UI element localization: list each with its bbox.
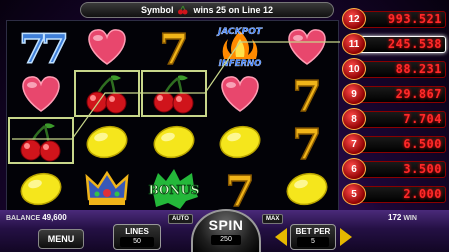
balance-label: BALANCE xyxy=(6,215,41,222)
paytable-row: 10 88.231 xyxy=(340,58,448,80)
bet-increase-arrow-icon[interactable] xyxy=(340,228,352,246)
heart-icon xyxy=(221,76,259,112)
reel-symbol-heart xyxy=(274,22,340,69)
paytable-amount: 2.000 xyxy=(403,187,442,201)
cherry-icon xyxy=(153,75,193,114)
paytable-row: 9 29.867 xyxy=(340,83,448,105)
reel-symbol-bonus: BONUS xyxy=(141,165,207,212)
paytable-amount: 29.867 xyxy=(395,87,442,101)
banner-symbol-label: Symbol xyxy=(140,5,174,15)
heart-icon xyxy=(88,28,126,65)
max-button[interactable]: MAX xyxy=(262,214,284,224)
auto-button[interactable]: AUTO xyxy=(168,214,193,224)
seven-gold-icon: 7 xyxy=(225,166,256,217)
reel-symbol-seven-gold: 7 xyxy=(207,165,273,217)
reel-symbol-lemon xyxy=(274,165,340,212)
paytable-line-badge: 11 xyxy=(342,33,366,55)
slot-game-screen: Symbol wins 25 on Line 12 77 7 BONUS JACKPO… xyxy=(0,0,449,252)
paytable-amount: 3.500 xyxy=(403,162,442,176)
paytable-line-badge: 7 xyxy=(342,133,366,155)
bet-value: 5 xyxy=(297,237,329,247)
svg-text:7: 7 xyxy=(292,120,321,169)
paytable-line-badge: 10 xyxy=(342,58,366,80)
bonus-symbol-text: BONUS xyxy=(148,183,199,197)
lemon-icon xyxy=(86,125,128,158)
banner-win-text: wins 25 on Line 12 xyxy=(193,5,274,15)
seven-blue-icon: 77 xyxy=(18,25,72,74)
paytable-amount: 993.521 xyxy=(387,12,442,26)
paytable-amount: 7.704 xyxy=(403,112,442,126)
seven-gold-icon: 7 xyxy=(291,119,322,170)
paytable-row: 7 6.500 xyxy=(340,133,448,155)
lines-value: 50 xyxy=(120,237,154,247)
reel-symbol-lemon xyxy=(141,117,207,164)
spin-value: 250 xyxy=(211,235,241,245)
seven-gold-icon: 7 xyxy=(291,71,322,122)
paytable-row: 6 3.500 xyxy=(340,158,448,180)
spin-button[interactable]: SPIN 250 xyxy=(191,209,261,252)
lines-selector[interactable]: LINES 50 xyxy=(113,224,161,250)
lemon-icon xyxy=(20,172,61,206)
paytable-line-badge: 9 xyxy=(342,83,366,105)
lines-label: LINES xyxy=(125,227,149,236)
svg-text:7: 7 xyxy=(159,25,188,74)
reel-symbol-seven-gold: 7 xyxy=(274,70,340,122)
reel-symbol-lemon xyxy=(207,117,273,164)
reel-symbol-cherry xyxy=(74,69,140,117)
balance-value: 49,600 xyxy=(42,213,67,222)
jackpot-line2-text: INFERNO xyxy=(219,59,262,69)
paytable-line-badge: 5 xyxy=(342,183,366,205)
reel-symbol-cherry xyxy=(140,69,207,117)
lemon-icon xyxy=(153,125,194,158)
reel-symbol-lemon xyxy=(8,165,74,212)
bet-label: BET PER xyxy=(295,227,331,236)
cherry-icon xyxy=(20,122,60,161)
reel-symbol-lemon xyxy=(74,117,140,164)
bonus-icon: BONUS xyxy=(148,169,199,209)
paytable-line-badge: 8 xyxy=(342,108,366,130)
spin-label: SPIN xyxy=(208,217,244,233)
cherry-icon xyxy=(86,75,127,114)
reel-symbol-seven-gold: 7 xyxy=(274,117,340,170)
paytable-line-badge: 12 xyxy=(342,8,366,30)
paytable-amount: 6.500 xyxy=(403,137,442,151)
win-display: 172 WIN xyxy=(388,213,417,222)
bet-per-line-selector[interactable]: BET PER 5 xyxy=(290,224,336,250)
reel-grid: 77 7 BONUS JACKPOT INFERNO 7 7 7 xyxy=(6,20,340,217)
win-banner: Symbol wins 25 on Line 12 xyxy=(80,2,334,18)
reel-symbol-heart xyxy=(207,70,273,117)
menu-button[interactable]: MENU xyxy=(38,229,84,249)
seven-gold-icon: 7 xyxy=(158,24,189,75)
reel-symbol-jackpot-inferno: JACKPOT INFERNO xyxy=(207,22,273,69)
reel-symbol-seven-blue: 77 xyxy=(8,22,74,74)
heart-icon xyxy=(287,28,326,65)
win-label: WIN xyxy=(403,215,417,222)
paytable-row: 11 245.538 xyxy=(340,33,448,55)
paytable-ladder: 12 993.521 11 245.538 10 88.231 9 29.867 8 7.704 7… xyxy=(340,8,448,208)
crown-icon xyxy=(85,170,129,205)
jackpot-line1-text: JACKPOT xyxy=(216,27,263,37)
bet-decrease-arrow-icon[interactable] xyxy=(275,228,287,246)
jackpot-inferno-icon: JACKPOT INFERNO xyxy=(216,26,263,69)
paytable-amount: 88.231 xyxy=(395,62,442,76)
svg-text:7: 7 xyxy=(292,72,321,121)
heart-icon xyxy=(21,76,60,112)
paytable-row: 12 993.521 xyxy=(340,8,448,30)
reel-symbol-crown xyxy=(74,165,140,212)
paytable-row: 5 2.000 xyxy=(340,183,448,205)
lemon-icon xyxy=(286,172,327,206)
reel-symbol-heart xyxy=(74,22,140,69)
reel-symbol-seven-gold: 7 xyxy=(141,22,207,75)
svg-text:77: 77 xyxy=(19,26,66,73)
win-value: 172 xyxy=(388,213,402,222)
reel-symbol-cherry xyxy=(7,117,74,164)
reel-symbol-heart xyxy=(8,70,74,117)
paytable-row: 8 7.704 xyxy=(340,108,448,130)
paytable-line-badge: 6 xyxy=(342,158,366,180)
paytable-amount: 245.538 xyxy=(387,37,442,51)
balance-display: BALANCE 49,600 xyxy=(6,213,67,222)
cherry-icon xyxy=(178,5,188,15)
lemon-icon xyxy=(219,125,261,158)
